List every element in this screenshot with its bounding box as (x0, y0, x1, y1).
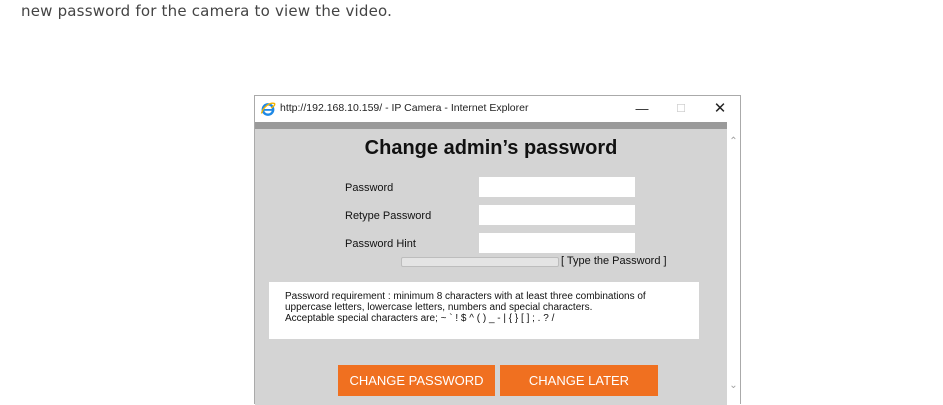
page-title: Change admin’s password (364, 137, 618, 159)
password-label: Password (345, 182, 394, 194)
intro-text: new password for the camera to view the … (21, 2, 393, 20)
retype-password-label: Retype Password (345, 210, 432, 222)
requirement-line: uppercase letters, lowercase letters, nu… (285, 302, 593, 313)
password-strength-bar (401, 257, 559, 267)
browser-popup-window: http://192.168.10.159/ - IP Camera - Int… (254, 95, 741, 405)
requirement-line: Acceptable special characters are; ~ ` !… (285, 313, 555, 324)
minimize-button[interactable]: — (627, 99, 657, 119)
window-titlebar[interactable]: http://192.168.10.159/ - IP Camera - Int… (255, 96, 740, 122)
password-input[interactable] (479, 177, 635, 197)
window-title: http://192.168.10.159/ - IP Camera - Int… (280, 102, 529, 114)
password-hint-input[interactable] (479, 233, 635, 253)
password-requirement-box: Password requirement : minimum 8 charact… (269, 282, 699, 339)
retype-password-input[interactable] (479, 205, 635, 225)
change-password-button[interactable]: CHANGE PASSWORD (338, 365, 495, 396)
internet-explorer-icon (260, 102, 276, 116)
close-button[interactable]: ✕ (705, 99, 735, 119)
password-hint-label: Password Hint (345, 238, 416, 250)
scroll-up-icon[interactable]: ⌃ (727, 136, 740, 147)
requirement-line: Password requirement : minimum 8 charact… (285, 291, 646, 302)
change-later-button[interactable]: CHANGE LATER (500, 365, 658, 396)
page-top-strip (255, 122, 727, 129)
change-password-panel: Change admin’s password Password Retype … (255, 129, 727, 405)
scroll-down-icon[interactable]: ⌄ (727, 380, 740, 391)
password-strength-text: [ Type the Password ] (561, 255, 667, 267)
maximize-button[interactable]: ☐ (666, 99, 696, 119)
vertical-scrollbar[interactable]: ⌃ ⌄ (727, 122, 740, 405)
